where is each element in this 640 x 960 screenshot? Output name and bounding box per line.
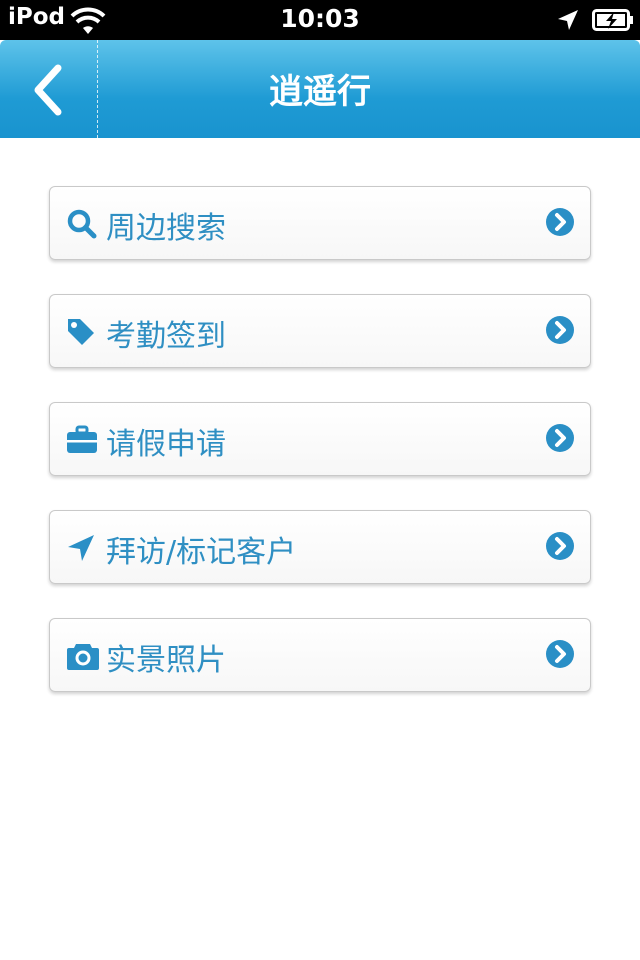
chevron-right-circle-icon <box>546 316 574 344</box>
chevron-right-circle-icon <box>546 208 574 236</box>
menu-item-scene-photo[interactable]: 实景照片 <box>49 618 591 692</box>
location-arrow-icon <box>556 8 580 32</box>
page-title: 逍遥行 <box>269 72 371 112</box>
status-bar: iPod 10:03 <box>0 0 640 40</box>
briefcase-icon <box>66 425 98 455</box>
chevron-right-circle-icon <box>546 424 574 452</box>
menu-item-leave-request[interactable]: 请假申请 <box>49 402 591 476</box>
nav-bar: 逍遥行 <box>0 40 640 138</box>
status-time: 10:03 <box>280 4 360 33</box>
menu-item-attendance[interactable]: 考勤签到 <box>49 294 591 368</box>
menu-item-label: 拜访/标记客户 <box>106 535 297 570</box>
location-arrow-icon <box>66 533 98 563</box>
menu-item-label: 实景照片 <box>106 643 226 678</box>
menu-item-label: 请假申请 <box>106 427 226 462</box>
battery-charging-icon <box>592 9 634 31</box>
menu-item-nearby-search[interactable]: 周边搜索 <box>49 186 591 260</box>
menu-list: 周边搜索 考勤签到 请假申请 拜访/标记客户 实景照片 <box>49 186 591 726</box>
camera-icon <box>66 641 99 671</box>
chevron-right-circle-icon <box>546 532 574 560</box>
menu-item-visit-mark-customer[interactable]: 拜访/标记客户 <box>49 510 591 584</box>
tag-icon <box>66 317 98 347</box>
menu-item-label: 考勤签到 <box>106 319 226 354</box>
chevron-right-circle-icon <box>546 640 574 668</box>
search-icon <box>66 209 98 239</box>
menu-item-label: 周边搜索 <box>106 211 226 246</box>
